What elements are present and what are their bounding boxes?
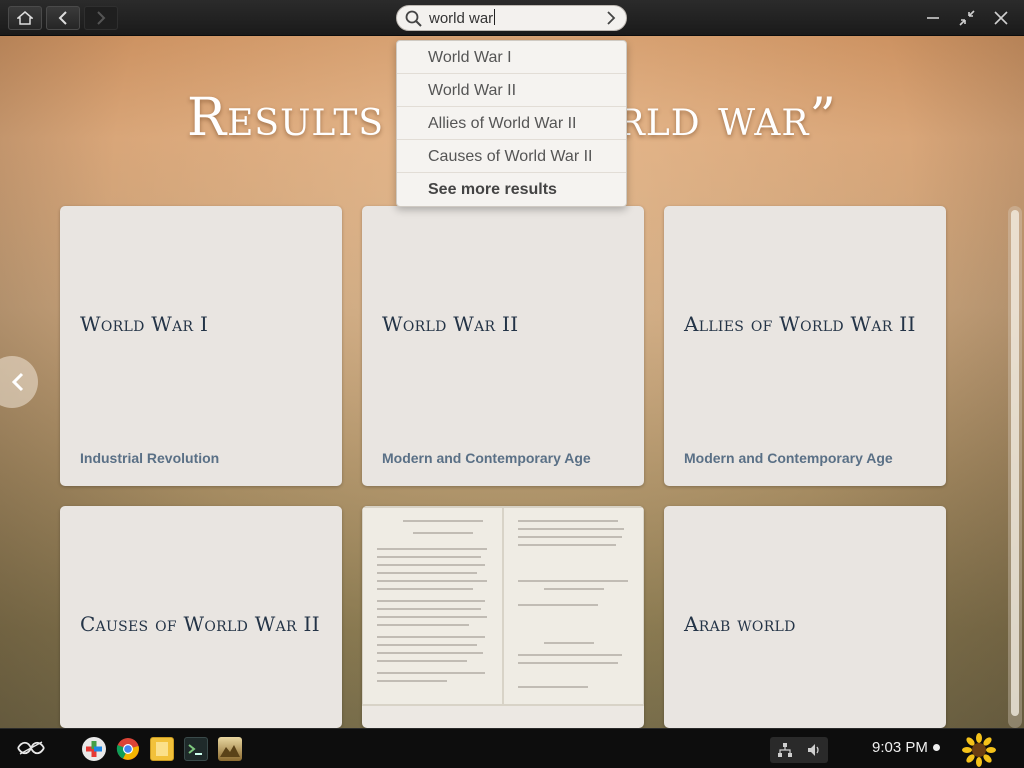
document-page-left	[363, 508, 502, 704]
result-card[interactable]: World War I Industrial Revolution	[60, 206, 342, 486]
forward-button[interactable]	[84, 6, 118, 30]
network-icon[interactable]	[777, 742, 793, 758]
result-card[interactable]: Arab world	[664, 506, 946, 728]
minimize-button[interactable]	[924, 9, 942, 27]
volume-icon[interactable]	[806, 742, 822, 758]
clock[interactable]: 9:03 PM	[872, 739, 940, 756]
card-title: Causes of World War II	[80, 612, 320, 636]
card-title: World War II	[382, 312, 519, 336]
search-go-icon[interactable]	[606, 11, 616, 25]
search-suggestions: World War I World War II Allies of World…	[396, 40, 627, 207]
result-card[interactable]: Causes of World War II	[60, 506, 342, 728]
unmaximize-button[interactable]	[958, 9, 976, 27]
document-page-right	[504, 508, 643, 704]
window-controls	[924, 9, 1010, 27]
home-icon	[17, 11, 33, 25]
back-button[interactable]	[46, 6, 80, 30]
suggestion-item[interactable]: Allies of World War II	[397, 107, 626, 140]
scrollbar-thumb[interactable]	[1011, 210, 1019, 716]
scrollbar[interactable]	[1008, 206, 1022, 728]
result-card[interactable]: Allies of World War II Modern and Contem…	[664, 206, 946, 486]
chevron-right-icon	[97, 11, 106, 25]
card-subtitle[interactable]: Modern and Contemporary Age	[382, 450, 591, 466]
card-subtitle[interactable]: Industrial Revolution	[80, 450, 219, 466]
home-button[interactable]	[8, 6, 42, 30]
chevron-left-icon	[58, 11, 67, 25]
search-input[interactable]: world war	[429, 9, 496, 27]
sunflower-avatar-icon[interactable]	[962, 733, 996, 767]
files-icon[interactable]	[150, 737, 174, 761]
unmaximize-icon	[959, 10, 975, 26]
taskbar-apps	[82, 737, 242, 761]
top-bar: world war	[0, 0, 1024, 36]
endless-logo-icon[interactable]	[16, 739, 46, 757]
search-box[interactable]: world war	[396, 5, 627, 31]
nav-buttons	[8, 6, 118, 30]
close-icon	[994, 11, 1008, 25]
card-title: World War I	[80, 312, 209, 336]
see-more-results[interactable]: See more results	[397, 173, 626, 206]
system-tray[interactable]	[770, 737, 828, 763]
suggestion-item[interactable]: World War I	[397, 41, 626, 74]
card-subtitle[interactable]: Modern and Contemporary Age	[684, 450, 893, 466]
chevron-left-icon	[12, 372, 24, 392]
notification-dot	[932, 744, 940, 751]
terminal-icon[interactable]	[184, 737, 208, 761]
result-card[interactable]: World War II Modern and Contemporary Age	[362, 206, 644, 486]
text-caret	[494, 9, 496, 25]
result-card[interactable]	[362, 506, 644, 728]
minimize-icon	[927, 17, 939, 19]
search-icon	[405, 10, 422, 27]
taskbar: 9:03 PM	[0, 728, 1024, 768]
app-store-icon[interactable]	[82, 737, 106, 761]
suggestion-item[interactable]: Causes of World War II	[397, 140, 626, 173]
close-button[interactable]	[992, 9, 1010, 27]
suggestion-item[interactable]: World War II	[397, 74, 626, 107]
card-title: Allies of World War II	[684, 312, 916, 336]
document-image	[362, 506, 644, 706]
card-title: Arab world	[684, 612, 796, 636]
encyclopedia-app-icon[interactable]	[218, 737, 242, 761]
chrome-icon[interactable]	[116, 737, 140, 761]
